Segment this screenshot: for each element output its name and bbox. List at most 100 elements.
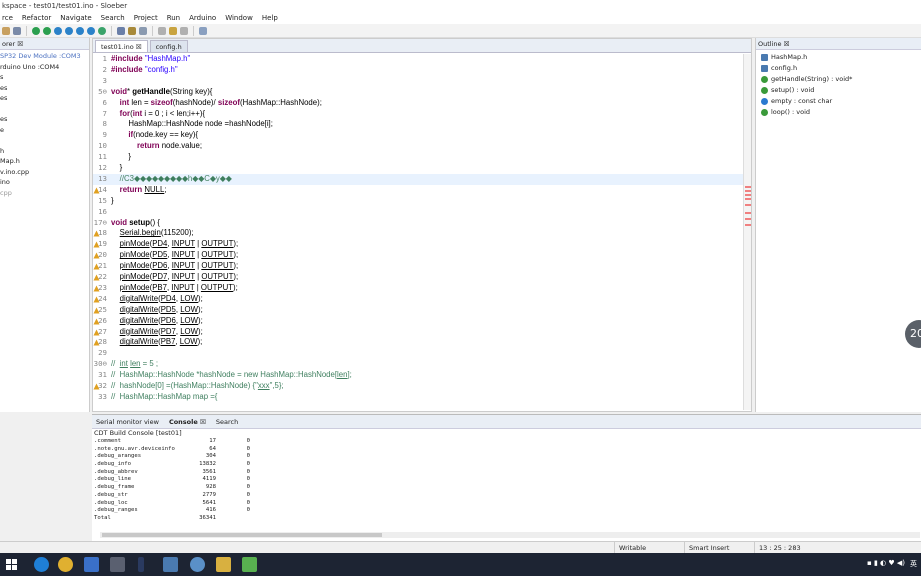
code-text: if(node.key == key){ bbox=[128, 130, 199, 140]
debug-icon[interactable] bbox=[117, 26, 125, 35]
menu-item[interactable]: Refactor bbox=[22, 12, 51, 24]
editor-tab[interactable]: config.h bbox=[149, 40, 188, 52]
app-icon[interactable] bbox=[242, 557, 257, 572]
app-icon[interactable] bbox=[190, 557, 205, 572]
console-line: .debug_abbrev 3561 0 bbox=[94, 469, 921, 477]
console-title: CDT Build Console [test01] bbox=[94, 429, 182, 437]
save-icon[interactable] bbox=[13, 26, 21, 35]
tree-item[interactable]: h bbox=[0, 146, 89, 157]
outline-item[interactable]: loop() : void bbox=[756, 107, 921, 118]
menu-item[interactable]: Window bbox=[225, 12, 253, 24]
app-icon[interactable] bbox=[138, 557, 144, 572]
warning-marker-icon[interactable] bbox=[93, 318, 100, 325]
annotation-icon[interactable] bbox=[158, 26, 166, 35]
project-explorer-tab[interactable]: orer ☒ bbox=[0, 38, 89, 50]
code-text: // hashNode[0] =(HashMap::HashNode) {"xx… bbox=[111, 381, 284, 390]
warning-marker-icon[interactable] bbox=[93, 241, 100, 248]
console-cell: 0 bbox=[246, 507, 250, 514]
menu-item[interactable]: Arduino bbox=[189, 12, 216, 24]
line-number: 13 bbox=[98, 173, 107, 183]
tree-item[interactable]: ino bbox=[0, 177, 89, 188]
code-text: } bbox=[111, 195, 114, 205]
warning-marker-icon[interactable] bbox=[93, 230, 100, 237]
tree-item[interactable]: s bbox=[0, 72, 89, 83]
tree-item[interactable]: es bbox=[0, 114, 89, 125]
tree-item[interactable]: SP32 Dev Module :COM3 bbox=[0, 51, 89, 62]
menu-item[interactable]: rce bbox=[2, 12, 13, 24]
outline-tree: HashMap.h config.h getHandle(String) : voi… bbox=[756, 50, 921, 118]
tree-item[interactable]: es bbox=[0, 83, 89, 94]
warning-marker-icon[interactable] bbox=[93, 383, 100, 390]
build-icon[interactable] bbox=[76, 26, 84, 35]
tray-icons[interactable]: ▪ ▮ ◐ ♥ ◀) bbox=[867, 559, 905, 569]
tree-item[interactable]: v.ino.cpp bbox=[0, 167, 89, 178]
outline-item[interactable]: empty : const char bbox=[756, 96, 921, 107]
outline-item[interactable]: setup() : void bbox=[756, 85, 921, 96]
search-icon[interactable] bbox=[128, 26, 136, 35]
console-line: .debug_frame 928 0 bbox=[94, 484, 921, 492]
tree-item[interactable]: e bbox=[0, 125, 89, 136]
console-output[interactable]: .comment 17 0 .note.gnu.avr.deviceinfo 64 0 .d… bbox=[92, 438, 921, 523]
eclipse-icon[interactable] bbox=[163, 557, 178, 572]
code-area[interactable]: 1 #include "HashMap.h" 2 #include "config.h… bbox=[93, 54, 745, 410]
line-number: 5⊖ bbox=[98, 86, 107, 96]
ime-indicator[interactable]: 英 bbox=[910, 559, 917, 569]
menu-item[interactable]: Run bbox=[167, 12, 180, 24]
outline-item[interactable]: getHandle(String) : void* bbox=[756, 74, 921, 85]
menu-item[interactable]: Navigate bbox=[60, 12, 91, 24]
code-line: 26 digitalWrite(PD6, LOW); bbox=[93, 316, 745, 327]
warning-marker-icon[interactable] bbox=[93, 274, 100, 281]
warning-marker-icon[interactable] bbox=[93, 187, 100, 194]
edge-icon[interactable] bbox=[34, 557, 49, 572]
line-number: 1 bbox=[102, 54, 107, 63]
console-tab[interactable]: Console ☒ bbox=[169, 418, 206, 426]
folder-icon[interactable] bbox=[216, 557, 231, 572]
back-icon[interactable] bbox=[169, 26, 177, 35]
serial-icon[interactable] bbox=[54, 26, 62, 35]
console-line: .debug_aranges 304 0 bbox=[94, 453, 921, 461]
console-cell: .comment bbox=[94, 438, 121, 444]
console-scrollbar[interactable] bbox=[100, 532, 920, 538]
run-icon[interactable] bbox=[98, 26, 106, 35]
upload-icon[interactable] bbox=[43, 26, 51, 35]
menu-item[interactable]: Search bbox=[101, 12, 125, 24]
editor-scrollbar[interactable] bbox=[743, 54, 751, 410]
console-tab[interactable]: Serial monitor view bbox=[96, 418, 159, 426]
tree-item[interactable]: cpp bbox=[0, 188, 89, 199]
function-icon bbox=[761, 109, 768, 116]
warning-marker-icon[interactable] bbox=[93, 307, 100, 314]
tree-item[interactable] bbox=[0, 135, 89, 146]
verify-icon[interactable] bbox=[32, 26, 40, 35]
perspective-icon[interactable] bbox=[199, 26, 207, 35]
tree-item[interactable]: rduino Uno :COM4 bbox=[0, 62, 89, 73]
clean-icon[interactable] bbox=[87, 26, 95, 35]
warning-marker-icon[interactable] bbox=[93, 296, 100, 303]
warning-marker-icon[interactable] bbox=[93, 252, 100, 259]
outline-item[interactable]: config.h bbox=[756, 63, 921, 74]
menu-item[interactable]: Help bbox=[262, 12, 278, 24]
menu-item[interactable]: Project bbox=[134, 12, 158, 24]
tree-item[interactable] bbox=[0, 104, 89, 115]
system-tray: ▪ ▮ ◐ ♥ ◀) 英 bbox=[867, 559, 917, 569]
outline-tab[interactable]: Outline ☒ bbox=[756, 38, 921, 50]
console-tab[interactable]: Search bbox=[216, 418, 238, 426]
stop-icon[interactable] bbox=[65, 26, 73, 35]
editor-tab[interactable]: test01.ino ☒ bbox=[95, 40, 148, 52]
outline-item[interactable]: HashMap.h bbox=[756, 52, 921, 63]
tools-icon[interactable] bbox=[139, 26, 147, 35]
app-icon[interactable] bbox=[84, 557, 99, 572]
windows-start-icon[interactable] bbox=[4, 557, 19, 572]
warning-marker-icon[interactable] bbox=[93, 339, 100, 346]
warning-marker-icon[interactable] bbox=[93, 329, 100, 336]
console-cell: .debug_frame bbox=[94, 484, 135, 491]
tree-item[interactable]: es bbox=[0, 93, 89, 104]
line-number: 29 bbox=[98, 348, 107, 358]
window-title: kspace - test01/test01.ino - Sloeber bbox=[0, 0, 921, 12]
warning-marker-icon[interactable] bbox=[93, 285, 100, 292]
chrome-icon[interactable] bbox=[58, 557, 73, 572]
warning-marker-icon[interactable] bbox=[93, 263, 100, 270]
new-icon[interactable] bbox=[2, 26, 10, 35]
tree-item[interactable]: Map.h bbox=[0, 156, 89, 167]
forward-icon[interactable] bbox=[180, 26, 188, 35]
app-icon[interactable] bbox=[110, 557, 125, 572]
